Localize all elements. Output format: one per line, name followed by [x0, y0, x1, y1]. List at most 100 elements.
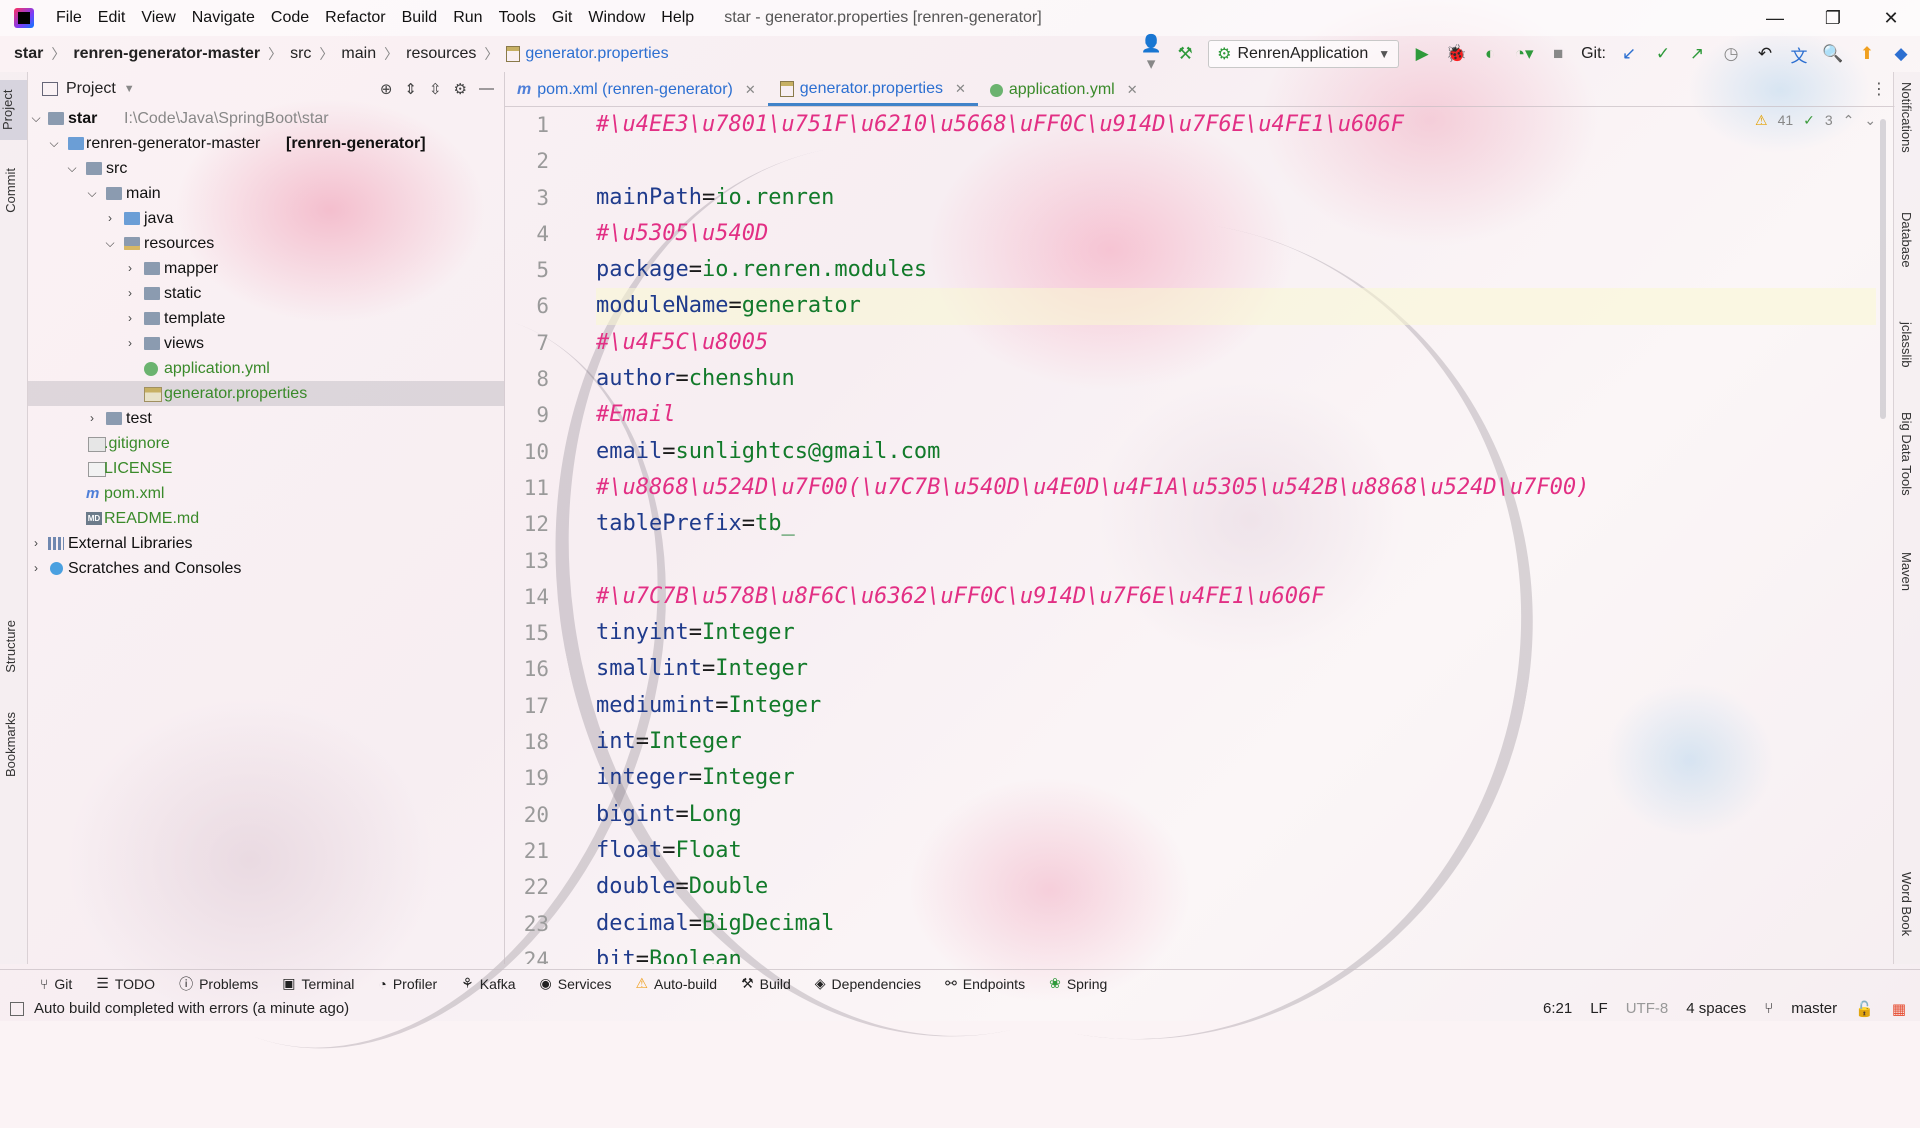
tree-item-external-libraries[interactable]: › External Libraries: [28, 531, 504, 556]
file-encoding[interactable]: UTF-8: [1626, 1000, 1669, 1017]
close-icon[interactable]: ✕: [1127, 82, 1138, 98]
tool-tab-bookmarks[interactable]: Bookmarks: [3, 712, 18, 777]
line-number[interactable]: 19: [505, 760, 595, 796]
translate-icon[interactable]: 文: [1788, 42, 1810, 67]
tool-profiler[interactable]: ◔ Profiler: [378, 976, 437, 992]
git-commit-icon[interactable]: ✓: [1652, 44, 1674, 64]
tree-item-test[interactable]: › test: [28, 406, 504, 431]
chevron-down-icon[interactable]: ⌵: [104, 231, 116, 256]
line-number[interactable]: 9: [505, 397, 595, 433]
tool-auto-build[interactable]: ⚠ Auto-build: [635, 975, 717, 992]
plugin-logo-icon[interactable]: ◆: [1890, 44, 1912, 64]
menu-edit[interactable]: Edit: [90, 9, 134, 27]
tab-pom-xml[interactable]: m pom.xml (renren-generator) ✕: [505, 74, 768, 106]
breadcrumb-item-src[interactable]: src: [290, 45, 311, 63]
breadcrumb-item-file[interactable]: generator.properties: [525, 45, 668, 63]
line-number[interactable]: 3: [505, 180, 595, 216]
code-line[interactable]: tinyint=Integer: [596, 615, 1876, 651]
tree-item-src[interactable]: ⌵ src: [28, 156, 504, 181]
tool-todo[interactable]: ☰ TODO: [96, 975, 155, 992]
tool-dependencies[interactable]: ◈ Dependencies: [815, 975, 921, 992]
update-icon[interactable]: ⬆: [1856, 44, 1878, 64]
code-line[interactable]: double=Double: [596, 869, 1876, 905]
run-icon[interactable]: ▶: [1411, 44, 1433, 64]
tree-item-license[interactable]: LICENSE: [28, 456, 504, 481]
hide-icon[interactable]: —: [479, 80, 494, 98]
code-line[interactable]: int=Integer: [596, 724, 1876, 760]
windows-icon[interactable]: ▦: [1892, 1000, 1906, 1018]
line-number[interactable]: 6: [505, 288, 595, 324]
menu-refactor[interactable]: Refactor: [317, 9, 393, 27]
code-line[interactable]: tablePrefix=tb_: [596, 506, 1876, 542]
tab-generator-properties[interactable]: generator.properties ✕: [767, 74, 978, 106]
code-line[interactable]: #\u4EE3\u7801\u751F\u6210\u5668\uFF0C\u9…: [596, 107, 1876, 143]
tree-item-static[interactable]: › static: [28, 281, 504, 306]
chevron-right-icon[interactable]: ›: [124, 331, 136, 356]
line-number[interactable]: 2: [505, 143, 595, 179]
tree-item-main[interactable]: ⌵ main: [28, 181, 504, 206]
code-line[interactable]: author=chenshun: [596, 361, 1876, 397]
gear-icon[interactable]: ⚙: [454, 80, 467, 98]
debug-icon[interactable]: 🐞: [1445, 44, 1467, 64]
tree-item-scratches[interactable]: › Scratches and Consoles: [28, 556, 504, 581]
tree-item-generator-properties[interactable]: generator.properties: [28, 381, 504, 406]
code-line[interactable]: #\u4F5C\u8005: [596, 325, 1876, 361]
editor-scrollbar[interactable]: [1878, 107, 1888, 964]
tree-item-template[interactable]: › template: [28, 306, 504, 331]
line-number[interactable]: 17: [505, 688, 595, 724]
collapse-all-icon[interactable]: ⇳: [429, 80, 442, 98]
menu-run[interactable]: Run: [445, 9, 490, 27]
line-number[interactable]: 10: [505, 434, 595, 470]
status-message[interactable]: Auto build completed with errors (a minu…: [0, 1000, 349, 1017]
code-line[interactable]: bit=Boolean: [596, 942, 1876, 964]
tool-spring[interactable]: ❀ Spring: [1049, 975, 1107, 992]
line-number[interactable]: 22: [505, 869, 595, 905]
inspection-widget[interactable]: ⚠ 41 ✓ 3 ⌃ ⌄: [1755, 112, 1876, 129]
tree-item-application-yml[interactable]: application.yml: [28, 356, 504, 381]
line-number[interactable]: 8: [505, 361, 595, 397]
code-editor[interactable]: #\u4EE3\u7801\u751F\u6210\u5668\uFF0C\u9…: [596, 107, 1876, 964]
code-line[interactable]: [596, 143, 1876, 179]
line-number[interactable]: 16: [505, 651, 595, 687]
line-number[interactable]: 18: [505, 724, 595, 760]
line-number[interactable]: 23: [505, 906, 595, 942]
chevron-right-icon[interactable]: ›: [124, 306, 136, 331]
tree-item-resources[interactable]: ⌵ resources: [28, 231, 504, 256]
tool-kafka[interactable]: ⚘ Kafka: [461, 975, 515, 992]
code-line[interactable]: mainPath=io.renren: [596, 180, 1876, 216]
tool-tab-notifications[interactable]: Notifications: [1899, 82, 1914, 153]
tree-item-java[interactable]: › java: [28, 206, 504, 231]
code-line[interactable]: #\u8868\u524D\u7F00(\u7C7B\u540D\u4E0D\u…: [596, 470, 1876, 506]
code-line[interactable]: decimal=BigDecimal: [596, 906, 1876, 942]
line-separator[interactable]: LF: [1590, 1000, 1608, 1017]
chevron-down-icon[interactable]: ⌵: [48, 131, 60, 156]
git-push-icon[interactable]: ↗: [1686, 44, 1708, 64]
code-line[interactable]: package=io.renren.modules: [596, 252, 1876, 288]
chevron-right-icon[interactable]: ›: [30, 556, 42, 581]
tree-item-pom-xml[interactable]: m pom.xml: [28, 481, 504, 506]
chevron-down-icon[interactable]: ⌵: [86, 181, 98, 206]
close-icon[interactable]: ✕: [955, 81, 966, 97]
line-number[interactable]: 15: [505, 615, 595, 651]
minimize-button[interactable]: —: [1746, 8, 1804, 29]
git-update-icon[interactable]: ↙: [1618, 44, 1640, 64]
tool-tab-word-book[interactable]: Word Book: [1899, 872, 1914, 936]
caret-position[interactable]: 6:21: [1543, 1000, 1572, 1017]
tool-terminal[interactable]: ▣ Terminal: [282, 975, 354, 992]
expand-all-icon[interactable]: ⇕: [404, 80, 417, 98]
intellij-logo-icon[interactable]: [14, 8, 34, 28]
tool-tab-jclasslib[interactable]: jclasslib: [1899, 322, 1914, 368]
tree-item-star[interactable]: ⌵ star I:\Code\Java\SpringBoot\star: [28, 106, 504, 131]
code-line[interactable]: moduleName=generator: [596, 288, 1876, 325]
code-line[interactable]: #\u5305\u540D: [596, 216, 1876, 252]
tab-application-yml[interactable]: application.yml ✕: [978, 74, 1150, 106]
code-line[interactable]: smallint=Integer: [596, 651, 1876, 687]
breadcrumb-item-main[interactable]: main: [341, 45, 376, 63]
line-number[interactable]: 7: [505, 325, 595, 361]
tool-tab-big-data-tools[interactable]: Big Data Tools: [1899, 412, 1914, 496]
line-number[interactable]: 5: [505, 252, 595, 288]
tool-tab-project[interactable]: Project: [0, 80, 27, 140]
line-number[interactable]: 1: [505, 107, 595, 143]
more-options-icon[interactable]: ⋮: [1871, 79, 1895, 99]
rollback-icon[interactable]: ↶: [1754, 44, 1776, 64]
